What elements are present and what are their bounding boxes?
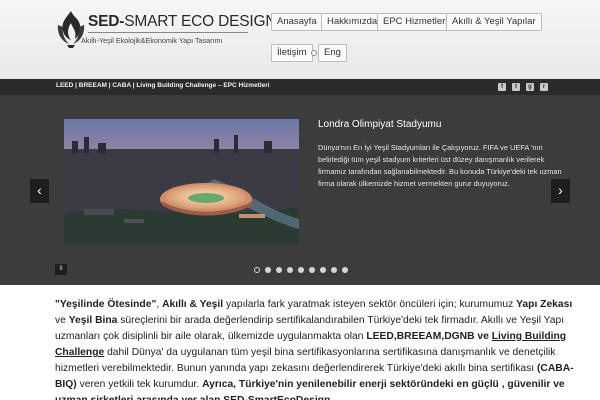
intro-smart-green: Akıllı & Yeşil	[162, 299, 224, 310]
site-header: SED-SMART ECO DESIGN Akıllı-Yeşil Ekoloj…	[0, 0, 600, 79]
certification-links[interactable]: LEED | BREEAM | CABA | Living Building C…	[56, 82, 270, 89]
nav-home[interactable]: Anasayfa	[271, 13, 323, 31]
nav-language-english[interactable]: Eng	[318, 44, 347, 62]
logo-title: SED-SMART ECO DESIGN	[88, 13, 277, 30]
nav-epc-services[interactable]: EPC Hizmetleri	[377, 13, 454, 31]
slide-description: Dünya'nın En İyi Yeşil Stadyumları ile Ç…	[318, 143, 562, 188]
breeam-link[interactable]: BREEAM	[397, 331, 442, 342]
nav-about[interactable]: Hakkımızda	[321, 13, 384, 31]
slider-dot[interactable]	[298, 267, 304, 273]
slider-next-button[interactable]: ›	[551, 179, 570, 203]
site-logo[interactable]: SED-SMART ECO DESIGN Akıllı-Yeşil Ekoloj…	[55, 9, 277, 49]
slider-dot[interactable]	[342, 267, 348, 273]
intro-paragraph: "Yeşilinde Ötesinde", Akıllı & Yeşil yap…	[55, 299, 574, 400]
nav-smart-green-buildings[interactable]: Akıllı & Yeşil Yapılar	[446, 13, 542, 31]
slider-dot[interactable]	[309, 267, 315, 273]
language-radio[interactable]	[311, 50, 317, 56]
twitter-icon[interactable]: t	[512, 83, 520, 91]
slider-dot[interactable]	[276, 267, 282, 273]
slider-dot[interactable]	[265, 267, 271, 273]
chevron-right-icon: ›	[558, 182, 563, 198]
slider-dot[interactable]	[254, 267, 260, 273]
slider-prev-button[interactable]: ‹	[30, 179, 49, 203]
slider-dot[interactable]	[320, 267, 326, 273]
pause-icon: II	[59, 266, 63, 272]
logo-divider	[88, 32, 248, 33]
slider-pause-button[interactable]: II	[55, 264, 67, 275]
dgnb-link[interactable]: DGNB	[444, 331, 474, 342]
chevron-left-icon: ‹	[37, 182, 42, 198]
googleplus-icon[interactable]: g	[526, 83, 534, 91]
slide-title: Londra Olimpiyat Stadyumu	[318, 119, 442, 130]
nav-contact[interactable]: İletişim	[271, 44, 313, 62]
leed-link[interactable]: LEED	[366, 331, 393, 342]
logo-subtitle: Akıllı-Yeşil Ekolojik&Ekonomik Yapı Tasa…	[81, 36, 223, 45]
slider-pagination	[254, 267, 348, 273]
facebook-icon[interactable]: f	[498, 83, 506, 91]
intro-slogan: "Yeşilinde Ötesinde"	[55, 299, 157, 310]
slider-dot[interactable]	[287, 267, 293, 273]
stadium-slide-image[interactable]	[64, 119, 299, 244]
slider-dot[interactable]	[331, 267, 337, 273]
top-strip: LEED | BREEAM | CABA | Living Building C…	[0, 79, 600, 95]
rss-icon[interactable]: r	[540, 83, 548, 91]
image-slider: Londra Olimpiyat Stadyumu Dünya'nın En İ…	[0, 95, 600, 285]
